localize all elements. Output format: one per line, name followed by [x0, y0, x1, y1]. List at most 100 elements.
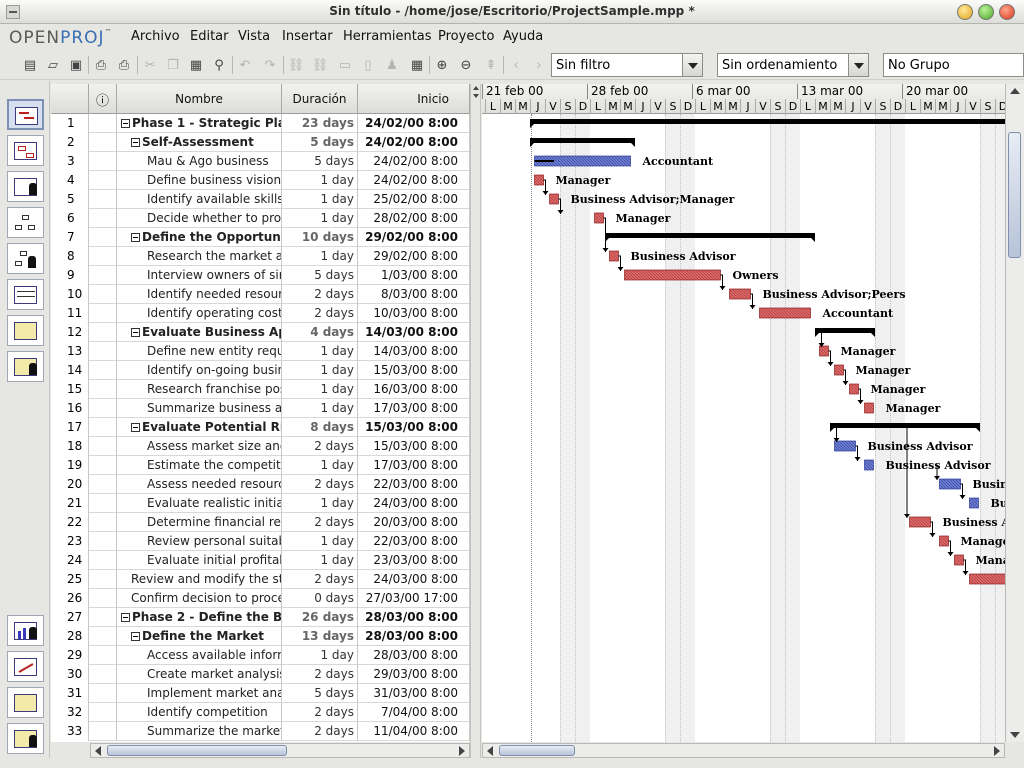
start-cell[interactable]: 31/03/00 8:00: [358, 684, 470, 703]
task-name-cell[interactable]: Assess market size and: [117, 437, 282, 456]
cut-icon[interactable]: ✂: [140, 55, 160, 75]
table-row[interactable]: 5 Identify available skills, 1 day 25/02/00…: [51, 190, 470, 209]
scroll-right-icon[interactable]: [994, 746, 1000, 756]
duration-column-header[interactable]: Duración: [282, 84, 358, 114]
task-name-cell[interactable]: Define the Market: [117, 627, 282, 646]
table-row[interactable]: 16 Summarize business ap 1 day 17/03/00 8:0…: [51, 399, 470, 418]
task-name-cell[interactable]: Interview owners of sim: [117, 266, 282, 285]
start-cell[interactable]: 24/02/00 8:00: [358, 152, 470, 171]
indicator-cell[interactable]: [89, 418, 117, 437]
name-column-header[interactable]: Nombre: [117, 84, 282, 114]
indicators-header[interactable]: ⓘ: [89, 84, 117, 114]
row-number-header[interactable]: [51, 84, 89, 114]
indicator-cell[interactable]: [89, 513, 117, 532]
indicator-cell[interactable]: [89, 684, 117, 703]
start-cell[interactable]: 10/03/00 8:00: [358, 304, 470, 323]
indicator-cell[interactable]: [89, 570, 117, 589]
duration-cell[interactable]: 5 days: [282, 133, 358, 152]
table-row[interactable]: 26 Confirm decision to proce 0 days 27/03/0…: [51, 589, 470, 608]
start-cell[interactable]: 28/03/00 8:00: [358, 627, 470, 646]
start-cell[interactable]: 28/03/00 8:00: [358, 608, 470, 627]
start-cell[interactable]: 28/02/00 8:00: [358, 209, 470, 228]
sort-select[interactable]: Sin ordenamiento: [717, 53, 869, 77]
table-row[interactable]: 29 Access available inform 1 day 28/03/00 8…: [51, 646, 470, 665]
find-icon[interactable]: ⚲: [209, 55, 229, 75]
start-cell[interactable]: 23/03/00 8:00: [358, 551, 470, 570]
collapse-toggle-icon[interactable]: [121, 119, 130, 128]
collapse-toggle-icon[interactable]: [131, 632, 140, 641]
duration-cell[interactable]: 1 day: [282, 342, 358, 361]
task-usage-view-button[interactable]: [7, 351, 44, 382]
table-row[interactable]: 15 Research franchise pos 1 day 16/03/00 8:…: [51, 380, 470, 399]
table-row[interactable]: 31 Implement market anal 5 days 31/03/00 8:…: [51, 684, 470, 703]
start-cell[interactable]: 15/03/00 8:00: [358, 361, 470, 380]
menu-proyecto[interactable]: Proyecto: [438, 29, 495, 44]
table-row[interactable]: 27 Phase 2 - Define the Bus 26 days 28/03/0…: [51, 608, 470, 627]
new-project-icon[interactable]: ▤: [20, 55, 40, 75]
task-name-cell[interactable]: Evaluate Business Appr: [117, 323, 282, 342]
task-name-cell[interactable]: Research franchise pos: [117, 380, 282, 399]
collapse-toggle-icon[interactable]: [121, 613, 130, 622]
task-name-cell[interactable]: Self-Assessment: [117, 133, 282, 152]
start-cell[interactable]: 20/03/00 8:00: [358, 513, 470, 532]
notes-icon[interactable]: ▯: [358, 55, 378, 75]
table-row[interactable]: 17 Evaluate Potential Risks8 days15/03/00…: [51, 418, 470, 437]
duration-cell[interactable]: 5 days: [282, 152, 358, 171]
task-name-cell[interactable]: Summarize business ap: [117, 399, 282, 418]
expand-up-icon[interactable]: [473, 86, 479, 90]
start-cell[interactable]: 24/03/00 8:00: [358, 494, 470, 513]
start-cell[interactable]: 17/03/00 8:00: [358, 456, 470, 475]
duration-cell[interactable]: 2 days: [282, 285, 358, 304]
table-row[interactable]: 21 Evaluate realistic initial 1 day 24/03/0…: [51, 494, 470, 513]
start-cell[interactable]: 24/02/00 8:00: [358, 133, 470, 152]
duration-cell[interactable]: 2 days: [282, 722, 358, 741]
task-name-cell[interactable]: Mau & Ago business: [117, 152, 282, 171]
start-cell[interactable]: 24/02/00 8:00: [358, 171, 470, 190]
task-name-cell[interactable]: Estimate the competitio: [117, 456, 282, 475]
table-row[interactable]: 10 Identify needed resourc 2 days 8/03/00 8…: [51, 285, 470, 304]
duration-cell[interactable]: 1 day: [282, 247, 358, 266]
indicator-cell[interactable]: [89, 209, 117, 228]
indicator-cell[interactable]: [89, 266, 117, 285]
indicator-cell[interactable]: [89, 456, 117, 475]
link-icon[interactable]: ⛓: [286, 55, 306, 75]
task-name-cell[interactable]: Evaluate realistic initial: [117, 494, 282, 513]
duration-cell[interactable]: 26 days: [282, 608, 358, 627]
filter-select[interactable]: Sin filtro: [551, 53, 703, 77]
duration-cell[interactable]: 1 day: [282, 361, 358, 380]
indicator-cell[interactable]: [89, 304, 117, 323]
menu-vista[interactable]: Vista: [238, 29, 270, 44]
task-name-cell[interactable]: Identify available skills,: [117, 190, 282, 209]
duration-cell[interactable]: 2 days: [282, 475, 358, 494]
indicator-cell[interactable]: [89, 247, 117, 266]
task-name-cell[interactable]: Evaluate initial profitabi: [117, 551, 282, 570]
task-name-cell[interactable]: Create market analysis: [117, 665, 282, 684]
task-name-cell[interactable]: Identify competition: [117, 703, 282, 722]
table-row[interactable]: 4 Define business vision 1 day 24/02/00 8:0…: [51, 171, 470, 190]
duration-cell[interactable]: 2 days: [282, 304, 358, 323]
duration-cell[interactable]: 2 days: [282, 513, 358, 532]
start-cell[interactable]: 28/03/00 8:00: [358, 646, 470, 665]
task-name-cell[interactable]: Access available inform: [117, 646, 282, 665]
start-cell[interactable]: 7/04/00 8:00: [358, 703, 470, 722]
task-name-cell[interactable]: Review and modify the st: [117, 570, 282, 589]
duration-cell[interactable]: 0 days: [282, 589, 358, 608]
start-cell[interactable]: 11/04/00 8:00: [358, 722, 470, 741]
duration-cell[interactable]: 5 days: [282, 266, 358, 285]
rbs-view-button[interactable]: [7, 243, 44, 274]
table-row[interactable]: 20 Assess needed resourc 2 days 22/03/00 8:…: [51, 475, 470, 494]
table-row[interactable]: 2 Self-Assessment 5 days 24/02/00 8:00: [51, 133, 470, 152]
table-row[interactable]: 13 Define new entity requi 1 day 14/03/00 8…: [51, 342, 470, 361]
unlink-icon[interactable]: ⛓: [310, 55, 330, 75]
open-icon[interactable]: ▱: [43, 55, 63, 75]
scroll-right-icon[interactable]: ›: [529, 55, 549, 75]
undo-icon[interactable]: ↶: [235, 55, 255, 75]
start-cell[interactable]: 29/02/00 8:00: [358, 247, 470, 266]
menu-ayuda[interactable]: Ayuda: [503, 29, 543, 44]
table-row[interactable]: 12 Evaluate Business Appr4 days14/03/00 8…: [51, 323, 470, 342]
duration-cell[interactable]: 2 days: [282, 665, 358, 684]
task-name-cell[interactable]: Determine financial req: [117, 513, 282, 532]
indicator-cell[interactable]: [89, 627, 117, 646]
indicator-cell[interactable]: [89, 722, 117, 741]
duration-cell[interactable]: 5 days: [282, 684, 358, 703]
